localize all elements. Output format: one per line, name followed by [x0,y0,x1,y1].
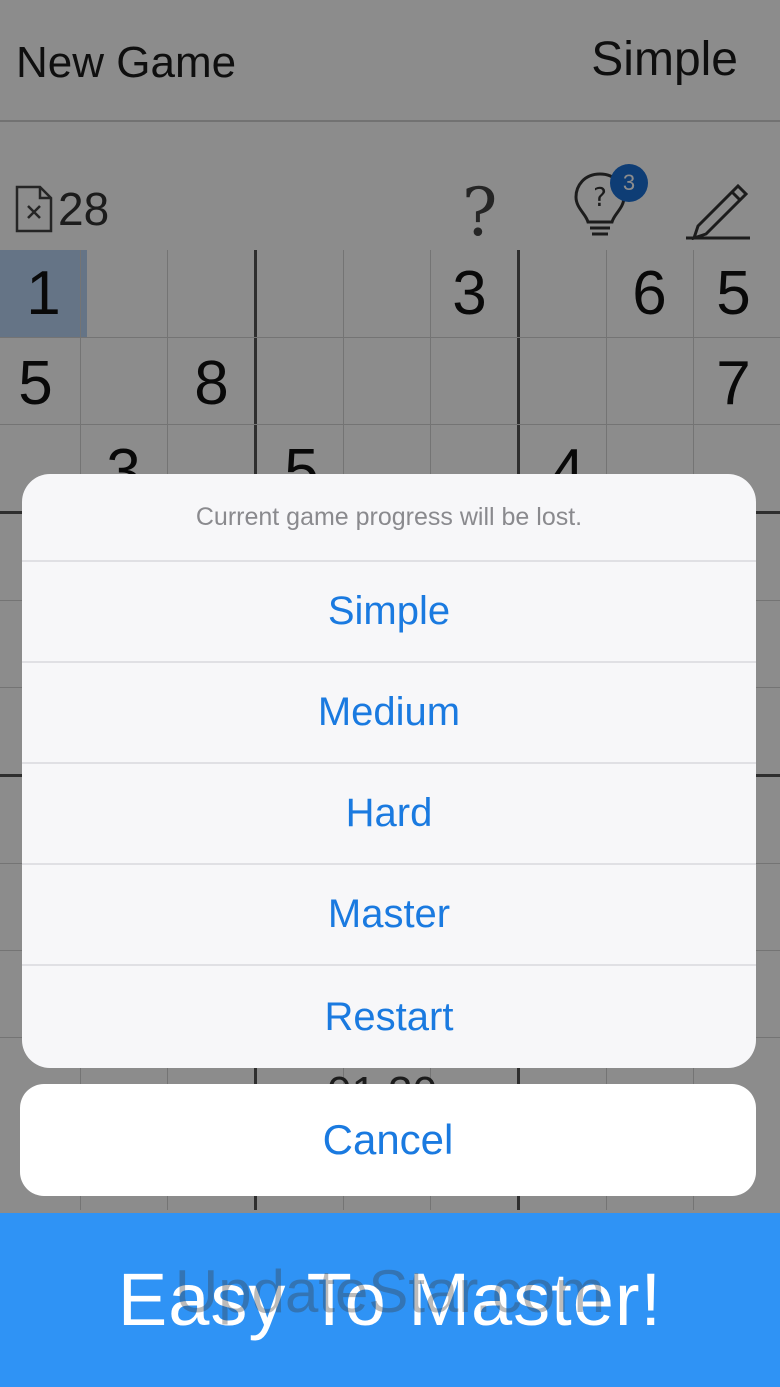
option-master-button[interactable]: Master [22,865,756,966]
option-restart-button[interactable]: Restart [22,966,756,1068]
option-hard-button[interactable]: Hard [22,764,756,865]
option-medium-button[interactable]: Medium [22,663,756,764]
cancel-button[interactable]: Cancel [20,1084,756,1196]
watermark-text: UpdateStar.com [174,1258,606,1325]
sheet-message: Current game progress will be lost. [22,474,756,562]
difficulty-action-sheet: Current game progress will be lost. Simp… [22,474,756,1068]
option-simple-button[interactable]: Simple [22,562,756,663]
promo-banner: Easy To Master! UpdateStar.com [0,1213,780,1387]
